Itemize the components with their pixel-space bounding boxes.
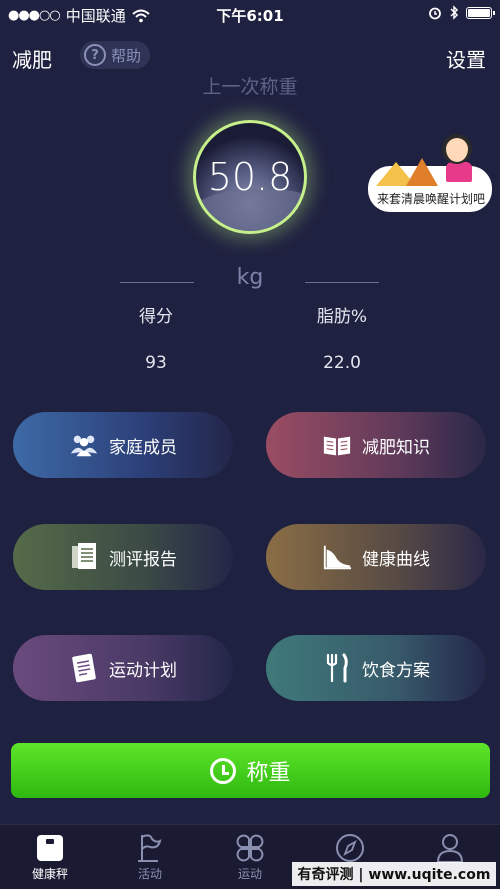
exercise-plan-label: 运动计划 [109,660,177,681]
report-icon [69,542,99,572]
promo-text: 来套清晨唤醒计划吧 [376,192,485,206]
curve-icon [322,542,352,572]
weight-value: 50.8 [207,155,293,199]
score-label: 得分 [139,307,173,327]
bluetooth-icon [450,5,459,20]
diet-knowledge-label: 减肥知识 [362,437,430,458]
tab-health-scale-label: 健康秤 [31,867,68,881]
header: 减肥 ? 帮助 设置 [0,38,500,74]
score-stat: 得分 93 [96,302,216,373]
question-icon: ? [84,44,106,66]
last-weigh-caption: 上一次称重 [202,76,298,98]
help-button[interactable]: ? 帮助 [80,41,150,69]
tab-profile[interactable] [400,831,500,865]
health-curve-button[interactable]: 健康曲线 [266,524,486,590]
alarm-icon [429,7,441,19]
weight-dial[interactable]: 50.8 [193,120,307,234]
flag-icon [100,831,200,865]
promo-character-body [446,162,472,182]
diet-plan-label: 饮食方案 [362,660,430,681]
page-title: 减肥 [12,48,52,72]
profile-icon [400,831,500,865]
cutlery-icon [322,653,352,683]
family-members-button[interactable]: 家庭成员 [13,412,233,478]
scale-icon [0,831,100,865]
tab-exercise-label: 运动 [237,867,262,881]
promo-banner[interactable]: 来套清晨唤醒计划吧 [366,132,496,218]
unit-row: kg [0,265,500,295]
plan-icon [69,653,99,683]
tab-exercise[interactable]: 运动 [200,831,300,882]
fat-stat: 脂肪% 22.0 [282,302,402,373]
fat-value: 22.0 [323,353,361,373]
fat-label: 脂肪% [316,307,368,327]
tab-health-scale[interactable]: 健康秤 [0,831,100,882]
family-icon [69,430,99,460]
tab-discover[interactable] [300,831,400,865]
status-time: 下午6:01 [216,7,284,25]
weigh-button-label: 称重 [246,760,291,786]
divider-right [305,282,379,283]
promo-character-head [442,134,472,164]
clover-icon [200,831,300,865]
settings-button[interactable]: 设置 [446,44,486,73]
tab-activity-label: 活动 [137,867,162,881]
health-curve-label: 健康曲线 [362,549,430,570]
assessment-report-button[interactable]: 测评报告 [13,524,233,590]
diet-plan-button[interactable]: 饮食方案 [266,635,486,701]
status-bar: ●●●○○ 中国联通 下午6:01 [0,0,500,30]
weight-unit: kg [236,265,264,290]
exercise-plan-button[interactable]: 运动计划 [13,635,233,701]
score-value: 93 [145,353,167,373]
watermark: 有奇评测 | www.uqite.com [292,862,496,886]
battery-icon [466,6,495,19]
diet-knowledge-button[interactable]: 减肥知识 [266,412,486,478]
family-members-label: 家庭成员 [109,437,177,458]
promo-mountain-2 [406,158,438,186]
help-label: 帮助 [111,46,142,65]
book-icon [322,430,352,460]
tab-activity[interactable]: 活动 [100,831,200,882]
compass-icon [300,831,400,865]
clock-icon [210,757,237,784]
weigh-button[interactable]: 称重 [11,743,490,798]
assessment-report-label: 测评报告 [109,549,177,570]
